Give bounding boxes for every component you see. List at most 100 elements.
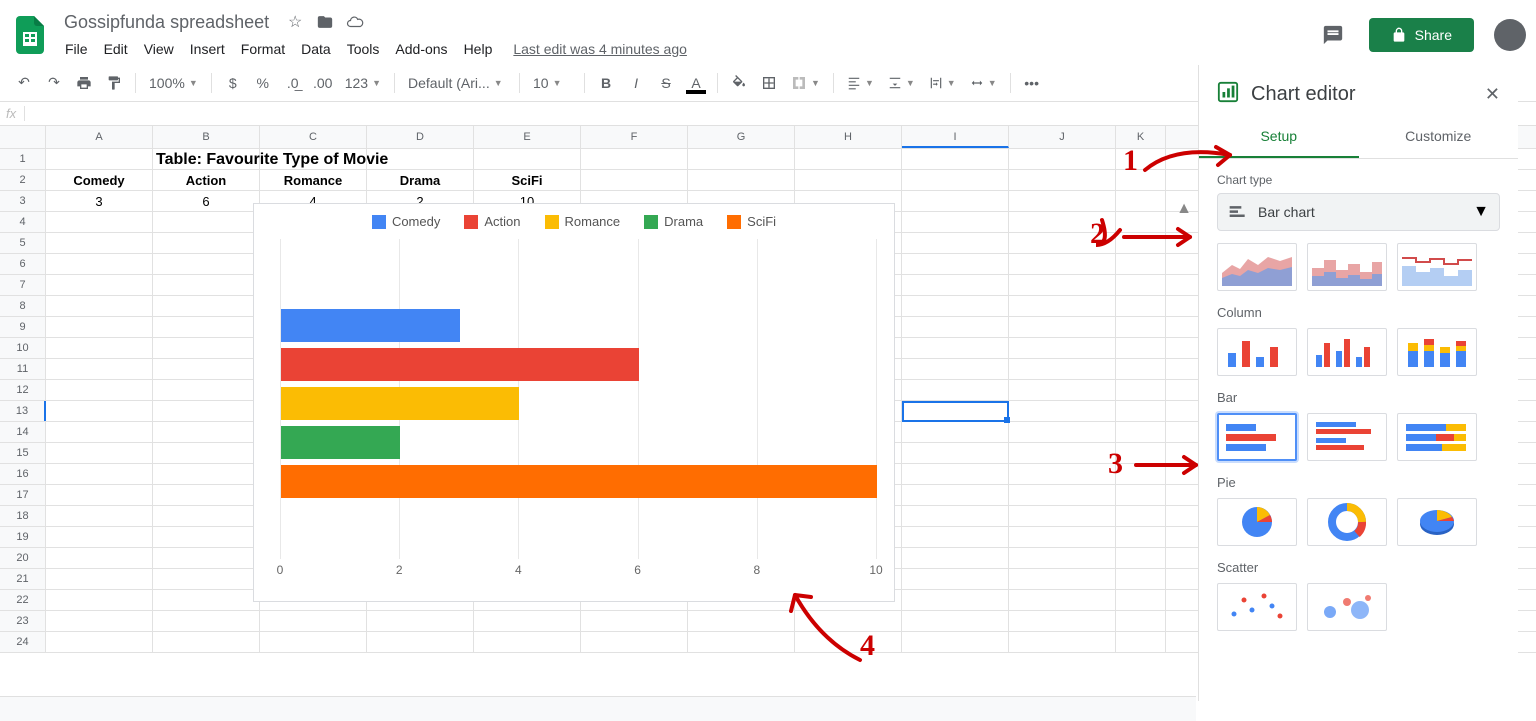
cell[interactable] <box>1009 464 1116 484</box>
cell[interactable] <box>1009 590 1116 610</box>
cell[interactable] <box>46 443 153 463</box>
cell[interactable] <box>153 338 260 358</box>
italic-icon[interactable]: I <box>622 70 650 96</box>
cell[interactable] <box>367 632 474 652</box>
close-icon[interactable]: ✕ <box>1485 84 1500 105</box>
cell[interactable] <box>902 296 1009 316</box>
cell[interactable] <box>688 611 795 631</box>
cell[interactable] <box>1009 632 1116 652</box>
cell[interactable] <box>474 611 581 631</box>
cell[interactable] <box>1116 443 1166 463</box>
cell[interactable] <box>1009 275 1116 295</box>
row-header[interactable]: 15 <box>0 443 46 463</box>
cell[interactable]: Drama <box>367 170 474 190</box>
cell[interactable] <box>46 590 153 610</box>
cell[interactable] <box>153 443 260 463</box>
cell[interactable] <box>902 590 1009 610</box>
cell[interactable] <box>260 632 367 652</box>
chart-thumb-bar-3[interactable] <box>1397 413 1477 461</box>
cell[interactable] <box>153 359 260 379</box>
cell[interactable] <box>46 380 153 400</box>
cell[interactable] <box>902 254 1009 274</box>
menu-addons[interactable]: Add-ons <box>388 37 454 61</box>
select-all-corner[interactable] <box>0 126 46 148</box>
cell[interactable] <box>153 401 260 421</box>
col-header[interactable]: J <box>1009 126 1116 148</box>
cell[interactable] <box>795 170 902 190</box>
col-header[interactable]: A <box>46 126 153 148</box>
cell[interactable] <box>795 149 902 169</box>
chart-thumb-scatter-1[interactable] <box>1217 583 1297 631</box>
number-format-dropdown[interactable]: 123▼ <box>339 70 387 96</box>
account-avatar[interactable] <box>1494 19 1526 51</box>
cell[interactable]: Table: Favourite Type of Movie <box>153 149 260 169</box>
cell[interactable] <box>153 527 260 547</box>
cell[interactable] <box>1116 590 1166 610</box>
cell[interactable] <box>46 317 153 337</box>
cell[interactable] <box>1116 464 1166 484</box>
borders-icon[interactable] <box>755 70 783 96</box>
chart-thumb-pie-1[interactable] <box>1217 498 1297 546</box>
cell[interactable] <box>1009 338 1116 358</box>
cell[interactable] <box>1009 506 1116 526</box>
cell[interactable] <box>46 464 153 484</box>
cell[interactable] <box>46 506 153 526</box>
cell[interactable] <box>153 212 260 232</box>
row-header[interactable]: 23 <box>0 611 46 631</box>
cell[interactable] <box>1116 506 1166 526</box>
valign-dropdown[interactable]: ▼ <box>882 70 921 96</box>
cell[interactable] <box>1116 401 1166 421</box>
cell[interactable] <box>153 380 260 400</box>
row-header[interactable]: 18 <box>0 506 46 526</box>
cell[interactable] <box>153 611 260 631</box>
menu-view[interactable]: View <box>137 37 181 61</box>
decrease-decimal-icon[interactable]: .0̲ <box>279 70 307 96</box>
tab-setup[interactable]: Setup <box>1199 116 1359 158</box>
share-button[interactable]: Share <box>1369 18 1474 52</box>
cell[interactable] <box>795 632 902 652</box>
cell[interactable] <box>153 296 260 316</box>
row-header[interactable]: 24 <box>0 632 46 652</box>
cell[interactable] <box>153 254 260 274</box>
cell[interactable] <box>1009 527 1116 547</box>
cell[interactable] <box>1116 569 1166 589</box>
rotate-dropdown[interactable]: ▼ <box>964 70 1003 96</box>
col-header[interactable]: D <box>367 126 474 148</box>
cell[interactable] <box>688 170 795 190</box>
col-header[interactable]: G <box>688 126 795 148</box>
cell[interactable] <box>46 338 153 358</box>
redo-icon[interactable]: ↷ <box>40 70 68 96</box>
chart-thumb-column-1[interactable] <box>1217 328 1297 376</box>
chart-thumb-bar-2[interactable] <box>1307 413 1387 461</box>
cell[interactable] <box>260 149 367 169</box>
cell[interactable] <box>153 548 260 568</box>
col-header[interactable]: K <box>1116 126 1166 148</box>
cell[interactable]: 3 <box>46 191 153 211</box>
menu-edit[interactable]: Edit <box>97 37 135 61</box>
cell[interactable] <box>1116 422 1166 442</box>
chart-thumb-column-3[interactable] <box>1397 328 1477 376</box>
cell[interactable] <box>1116 212 1166 232</box>
cell[interactable] <box>1009 254 1116 274</box>
wrap-dropdown[interactable]: ▼ <box>923 70 962 96</box>
row-header[interactable]: 7 <box>0 275 46 295</box>
cell[interactable] <box>46 485 153 505</box>
menu-tools[interactable]: Tools <box>340 37 387 61</box>
cell[interactable] <box>153 464 260 484</box>
cell[interactable] <box>1116 359 1166 379</box>
cell[interactable] <box>46 632 153 652</box>
font-size-dropdown[interactable]: 10▼ <box>527 70 577 96</box>
sheets-logo-icon[interactable] <box>10 9 50 61</box>
cell[interactable] <box>902 380 1009 400</box>
row-header[interactable]: 11 <box>0 359 46 379</box>
paint-format-icon[interactable] <box>100 70 128 96</box>
cell[interactable] <box>1116 254 1166 274</box>
bold-icon[interactable]: B <box>592 70 620 96</box>
document-title[interactable]: Gossipfunda spreadsheet <box>58 10 275 35</box>
cell[interactable] <box>1009 401 1116 421</box>
row-header[interactable]: 9 <box>0 317 46 337</box>
cell[interactable] <box>902 464 1009 484</box>
cell[interactable]: Action <box>153 170 260 190</box>
cell[interactable] <box>1009 317 1116 337</box>
cell[interactable] <box>902 191 1009 211</box>
